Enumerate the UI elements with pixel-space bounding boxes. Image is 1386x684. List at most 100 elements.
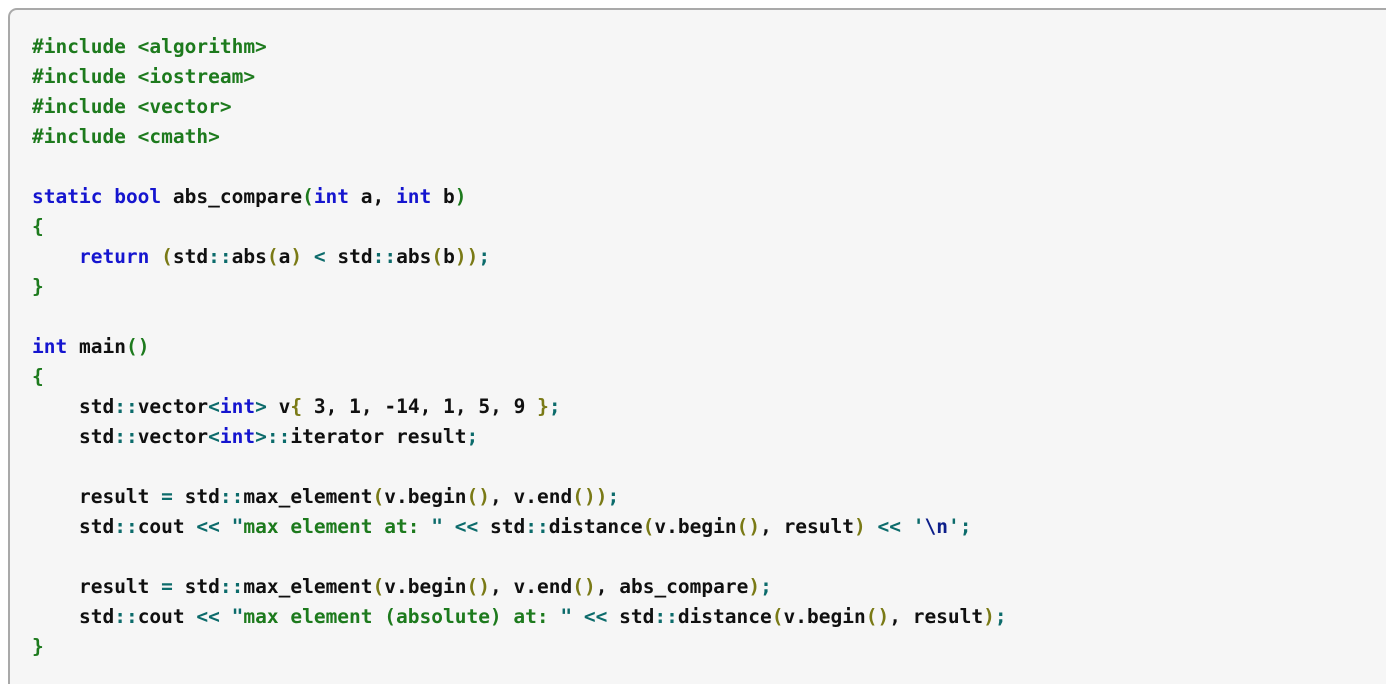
- variable-result: result: [912, 605, 984, 628]
- stream-cout: cout: [137, 605, 185, 628]
- variable-result: result: [783, 515, 855, 538]
- paren-close: ): [748, 515, 761, 538]
- quote-open: ": [231, 515, 244, 538]
- paren-open: (: [771, 605, 784, 628]
- semicolon: ;: [478, 245, 491, 268]
- function-name-abs-compare: abs_compare: [172, 185, 303, 208]
- namespace-std: std: [78, 395, 115, 418]
- scope-operator: ::: [266, 425, 291, 448]
- dot-operator: .: [795, 605, 807, 628]
- variable-result: result: [78, 575, 150, 598]
- function-begin: begin: [677, 515, 737, 538]
- paren-open: (: [372, 575, 385, 598]
- code-line: }: [32, 632, 1386, 662]
- variable-v: v: [513, 575, 526, 598]
- code-line: return (std::abs(a) < std::abs(b));: [32, 242, 1386, 272]
- function-distance: distance: [677, 605, 772, 628]
- namespace-std: std: [619, 605, 655, 628]
- comma: ,: [360, 395, 373, 418]
- paren-open: (: [161, 245, 173, 268]
- angle-open: <: [208, 395, 220, 418]
- code-line: {: [32, 212, 1386, 242]
- variable-v: v: [513, 485, 526, 508]
- namespace-std: std: [337, 245, 373, 268]
- paren-open: (: [125, 335, 138, 358]
- comma: ,: [489, 575, 502, 598]
- include-directive-cmath: #include <cmath>: [32, 125, 220, 148]
- paren-close: ): [137, 335, 150, 358]
- paren-close: ): [583, 485, 596, 508]
- semicolon: ;: [607, 485, 620, 508]
- stream-cout: cout: [137, 515, 185, 538]
- paren-close: ): [583, 575, 596, 598]
- scope-operator: ::: [114, 425, 138, 448]
- paren-close: ): [595, 485, 608, 508]
- function-begin: begin: [407, 575, 467, 598]
- function-begin: begin: [407, 485, 467, 508]
- comma: ,: [595, 575, 608, 598]
- paren-close: ): [290, 245, 303, 268]
- function-max-element: max_element: [243, 485, 373, 508]
- comma: ,: [372, 185, 385, 208]
- source-code[interactable]: #include <algorithm> #include <iostream> #…: [32, 32, 1386, 662]
- comma: ,: [489, 485, 502, 508]
- scope-operator: ::: [114, 395, 138, 418]
- variable-result: result: [396, 425, 467, 448]
- keyword-static: static: [32, 185, 103, 208]
- quote-close: ': [947, 515, 960, 538]
- semicolon: ;: [760, 575, 772, 598]
- code-line: std::cout << "max element (absolute) at:…: [32, 602, 1386, 632]
- stream-insert-operator: <<: [877, 515, 901, 538]
- scope-operator: ::: [208, 245, 232, 268]
- assign-operator: =: [161, 575, 173, 598]
- keyword-int: int: [219, 395, 256, 418]
- function-max-element: max_element: [243, 575, 373, 598]
- brace-open: {: [32, 365, 44, 388]
- dot-operator: .: [525, 485, 537, 508]
- include-directive-vector: #include <vector>: [32, 95, 232, 118]
- scope-operator: ::: [219, 485, 244, 508]
- paren-open: (: [372, 485, 385, 508]
- comma: ,: [490, 395, 502, 418]
- quote-close: ": [560, 605, 573, 628]
- paren-open: (: [266, 245, 279, 268]
- param-a: a: [360, 185, 373, 208]
- namespace-std: std: [184, 575, 220, 598]
- less-than-operator: <: [313, 245, 326, 268]
- keyword-return: return: [78, 245, 150, 268]
- paren-open: (: [572, 575, 584, 598]
- keyword-bool: bool: [114, 185, 162, 208]
- include-directive-algorithm: #include <algorithm>: [32, 35, 267, 58]
- paren-open: (: [466, 485, 479, 508]
- type-iterator: iterator: [290, 425, 385, 448]
- namespace-std: std: [78, 425, 115, 448]
- arg-b: b: [443, 245, 455, 268]
- brace-open: {: [32, 215, 44, 238]
- param-b: b: [443, 185, 455, 208]
- paren-close: ): [478, 575, 490, 598]
- code-line: #include <algorithm>: [32, 32, 1386, 62]
- function-end: end: [536, 575, 573, 598]
- dot-operator: .: [396, 575, 408, 598]
- dot-operator: .: [666, 515, 678, 538]
- type-vector: vector: [137, 395, 209, 418]
- assign-operator: =: [161, 485, 173, 508]
- function-abs: abs: [396, 245, 432, 268]
- code-line: #include <cmath>: [32, 122, 1386, 152]
- paren-close: ): [466, 245, 479, 268]
- namespace-std: std: [184, 485, 220, 508]
- paren-close: ): [854, 515, 866, 538]
- stream-insert-operator: <<: [196, 605, 220, 628]
- scope-operator: ::: [114, 515, 138, 538]
- semicolon: ;: [466, 425, 479, 448]
- string-max-element-absolute-at: max element (absolute) at:: [243, 605, 561, 628]
- code-line: result = std::max_element(v.begin(), v.e…: [32, 482, 1386, 512]
- paren-close: ): [478, 485, 490, 508]
- keyword-int: int: [396, 185, 432, 208]
- arg-a: a: [278, 245, 291, 268]
- paren-close: ): [877, 605, 890, 628]
- paren-close: ): [454, 185, 467, 208]
